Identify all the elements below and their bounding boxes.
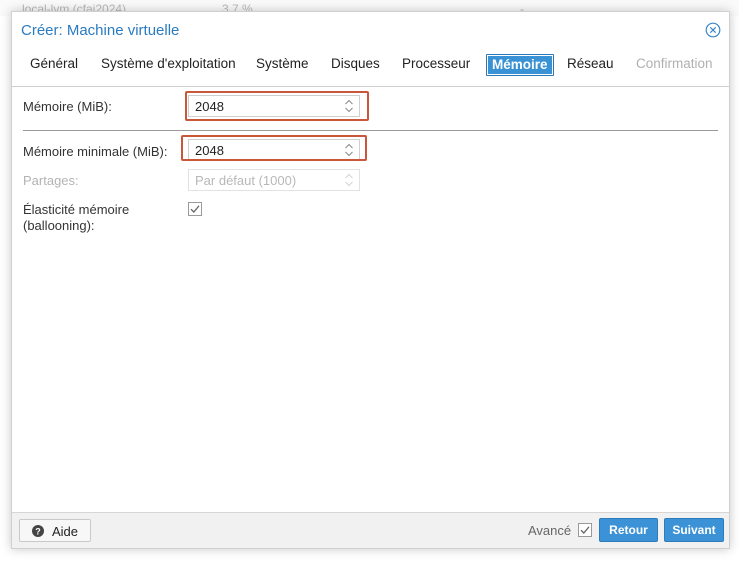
tab-bar: Général Système d'exploitation Système D…: [12, 50, 729, 87]
ballooning-label-line1: Élasticité mémoire: [23, 202, 130, 217]
ballooning-checkbox[interactable]: [188, 202, 202, 216]
tab-system[interactable]: Système: [251, 54, 314, 74]
dialog-title: Créer: Machine virtuelle: [21, 22, 180, 39]
help-button-label: Aide: [52, 524, 79, 539]
close-icon[interactable]: [705, 22, 721, 38]
shares-label: Partages:: [23, 173, 79, 188]
memory-label: Mémoire (MiB):: [23, 99, 112, 114]
advanced-checkbox[interactable]: [578, 523, 592, 537]
memory-highlight: [185, 91, 369, 121]
dialog-footer: ? Aide Avancé Retour Suivant: [12, 512, 729, 548]
back-button[interactable]: Retour: [599, 518, 658, 542]
advanced-label: Avancé: [528, 523, 572, 538]
min-memory-highlight: [181, 135, 367, 161]
tab-network[interactable]: Réseau: [562, 54, 619, 74]
ballooning-label-line2: (ballooning):: [23, 218, 95, 233]
shares-spinner-icon: [344, 172, 354, 188]
next-button[interactable]: Suivant: [664, 518, 724, 542]
help-button[interactable]: ? Aide: [19, 519, 91, 542]
ballooning-label: Élasticité mémoire (ballooning):: [23, 202, 129, 234]
tab-general[interactable]: Général: [25, 54, 83, 74]
question-circle-icon: ?: [32, 525, 44, 537]
tab-cpu[interactable]: Processeur: [397, 54, 475, 74]
shares-input: [195, 172, 335, 188]
min-memory-label: Mémoire minimale (MiB):: [23, 144, 168, 159]
svg-text:?: ?: [35, 526, 41, 536]
dialog-titlebar: Créer: Machine virtuelle: [12, 12, 729, 50]
shares-field: [188, 169, 360, 191]
section-separator: [23, 130, 718, 131]
tab-os[interactable]: Système d'exploitation: [96, 54, 241, 74]
tab-confirmation: Confirmation: [636, 56, 713, 71]
tab-memory[interactable]: Mémoire: [486, 54, 554, 76]
create-vm-dialog: Créer: Machine virtuelle Général Système…: [11, 11, 730, 549]
tab-disks[interactable]: Disques: [326, 54, 385, 74]
